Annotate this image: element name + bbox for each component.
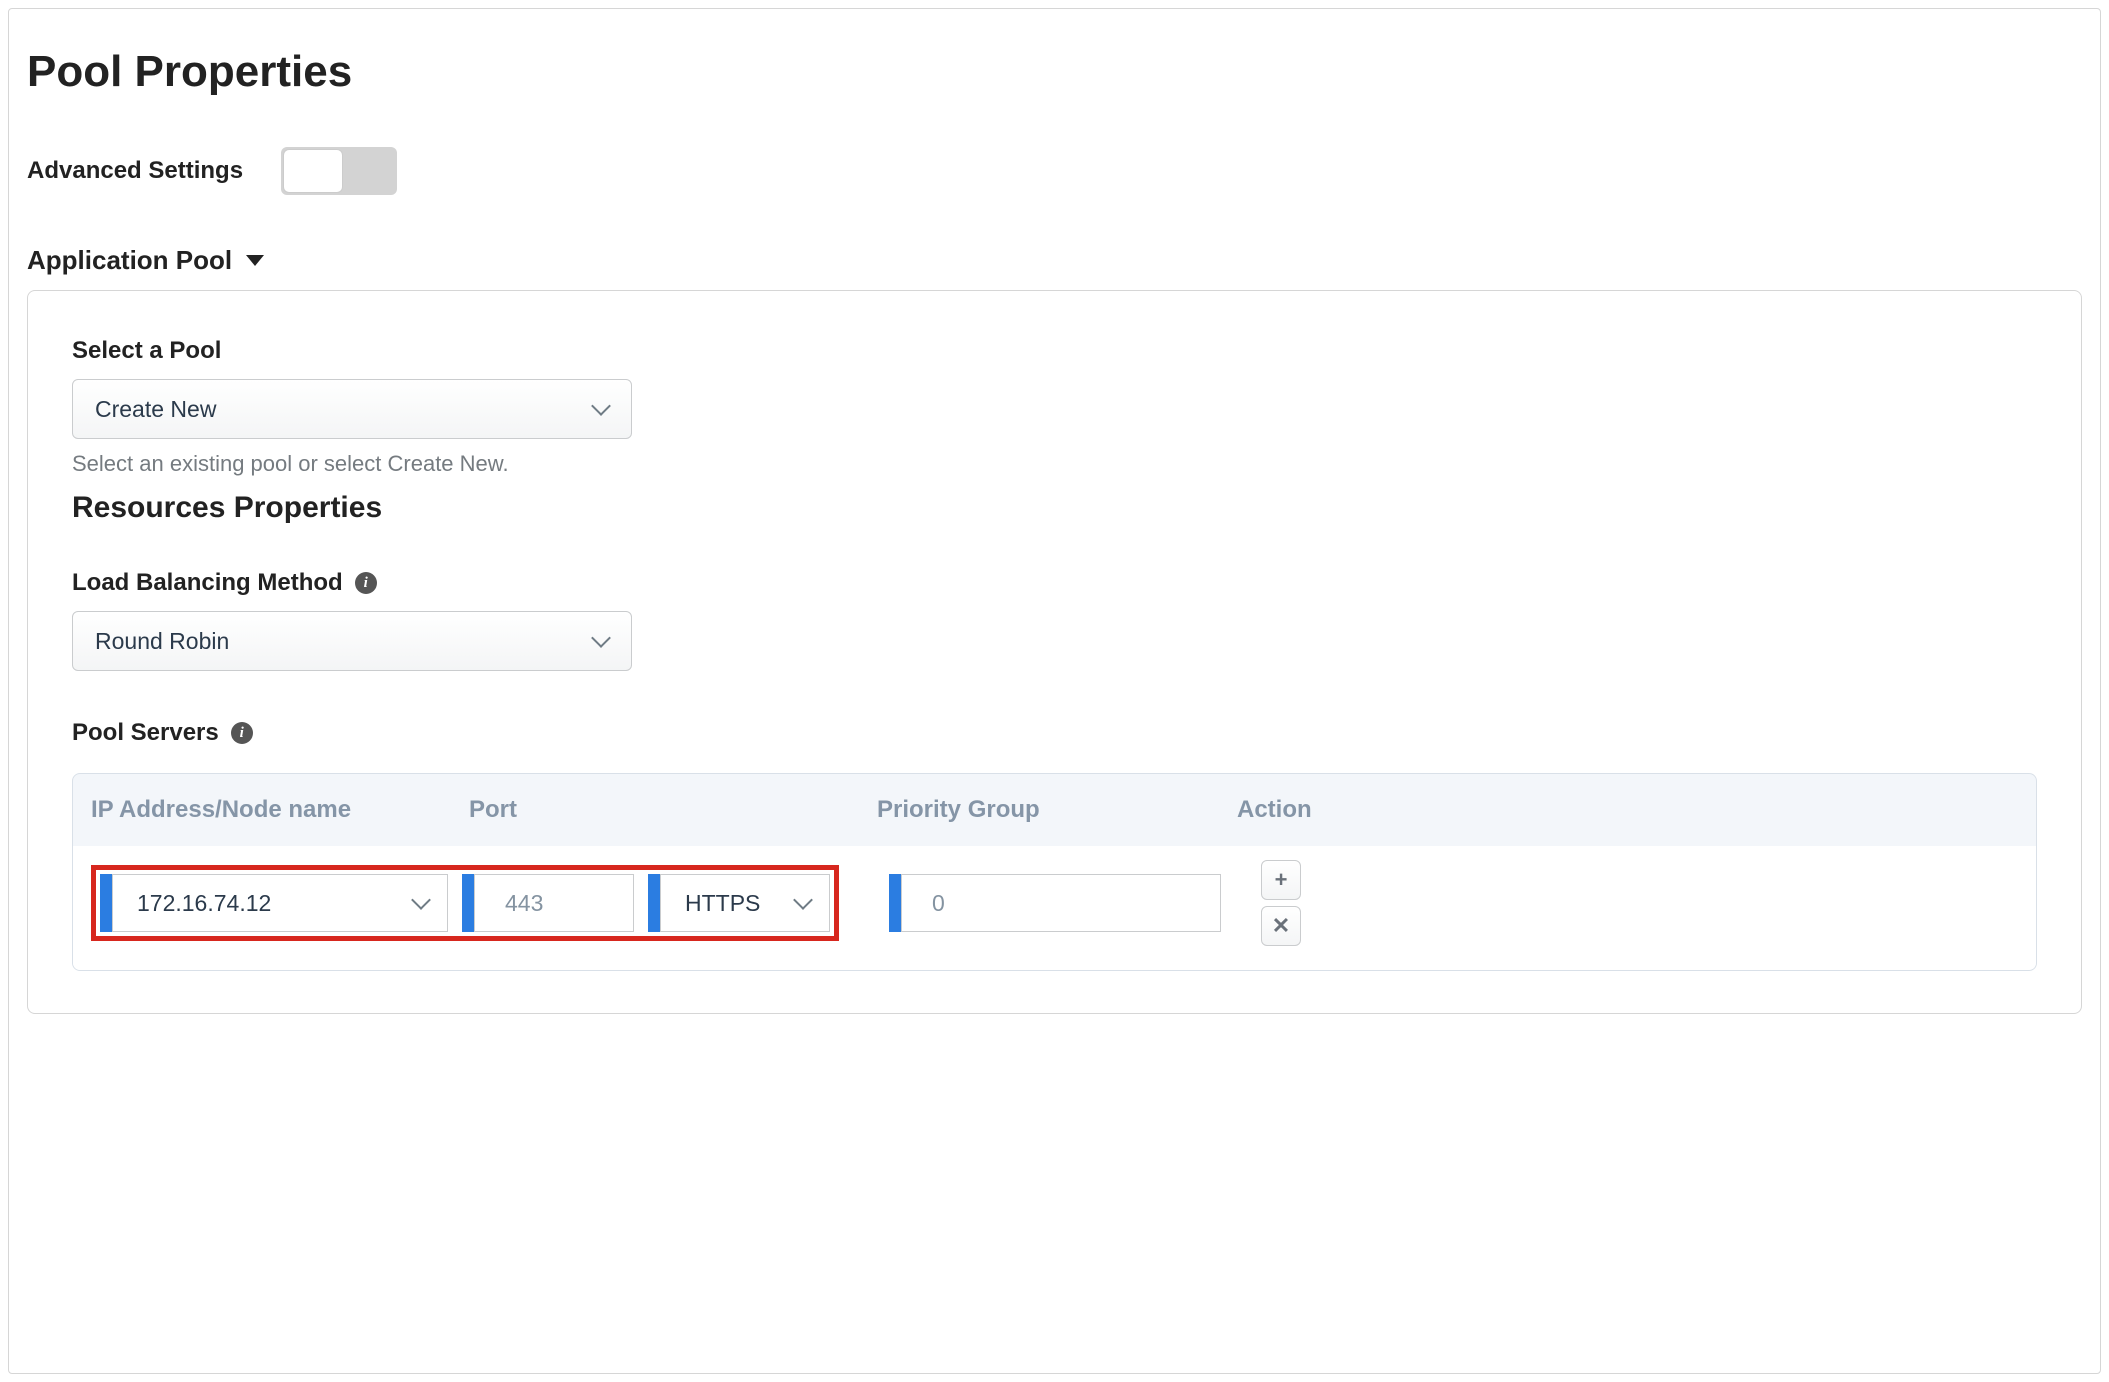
lb-method-field: Load Balancing Method i Round Robin <box>72 569 2037 671</box>
resources-heading: Resources Properties <box>72 491 2037 525</box>
priority-cell: 0 <box>889 874 1221 932</box>
pool-servers-label: Pool Servers <box>72 719 219 747</box>
caret-down-icon <box>246 255 264 266</box>
advanced-settings-toggle[interactable] <box>281 147 397 195</box>
table-row: 172.16.74.12 443 HTTPS <box>73 846 2036 970</box>
ip-value: 172.16.74.12 <box>137 890 271 917</box>
advanced-settings-label: Advanced Settings <box>27 157 243 185</box>
chevron-down-icon <box>593 401 609 417</box>
remove-row-button[interactable]: ✕ <box>1261 906 1301 946</box>
chevron-down-icon <box>413 895 429 911</box>
priority-input[interactable]: 0 <box>901 874 1221 932</box>
th-ip: IP Address/Node name <box>91 796 469 824</box>
select-pool-helper: Select an existing pool or select Create… <box>72 451 2037 477</box>
action-cell: + ✕ <box>1261 860 1301 946</box>
lb-method-value: Round Robin <box>95 628 229 655</box>
info-icon[interactable]: i <box>231 722 253 744</box>
blue-bar <box>648 874 660 932</box>
page-title: Pool Properties <box>27 47 2082 97</box>
select-pool-label: Select a Pool <box>72 337 2037 365</box>
port-value: 443 <box>505 890 543 917</box>
toggle-knob <box>284 150 342 192</box>
section-application-pool[interactable]: Application Pool <box>27 245 264 276</box>
row-highlight: 172.16.74.12 443 HTTPS <box>91 865 839 941</box>
th-action: Action <box>1237 796 1317 824</box>
table-header: IP Address/Node name Port Priority Group… <box>73 774 2036 846</box>
select-pool-field: Select a Pool Create New Select an exist… <box>72 337 2037 477</box>
priority-value: 0 <box>932 890 945 917</box>
port-cell: 443 <box>462 874 634 932</box>
pool-properties-card: Pool Properties Advanced Settings Applic… <box>8 8 2101 1374</box>
ip-cell: 172.16.74.12 <box>100 874 448 932</box>
section-title: Application Pool <box>27 245 232 276</box>
lb-method-label: Load Balancing Method <box>72 569 343 597</box>
th-priority: Priority Group <box>877 796 1237 824</box>
application-pool-panel: Select a Pool Create New Select an exist… <box>27 290 2082 1014</box>
select-pool-dropdown[interactable]: Create New <box>72 379 632 439</box>
blue-bar <box>462 874 474 932</box>
add-row-button[interactable]: + <box>1261 860 1301 900</box>
protocol-cell: HTTPS <box>648 874 830 932</box>
protocol-dropdown[interactable]: HTTPS <box>660 874 830 932</box>
port-input[interactable]: 443 <box>474 874 634 932</box>
pool-servers-table: IP Address/Node name Port Priority Group… <box>72 773 2037 971</box>
th-port: Port <box>469 796 877 824</box>
select-pool-value: Create New <box>95 396 216 423</box>
advanced-settings-row: Advanced Settings <box>27 147 2082 195</box>
info-icon[interactable]: i <box>355 572 377 594</box>
lb-method-dropdown[interactable]: Round Robin <box>72 611 632 671</box>
ip-input[interactable]: 172.16.74.12 <box>112 874 448 932</box>
chevron-down-icon <box>795 895 811 911</box>
chevron-down-icon <box>593 633 609 649</box>
blue-bar <box>100 874 112 932</box>
blue-bar <box>889 874 901 932</box>
protocol-value: HTTPS <box>685 890 760 917</box>
